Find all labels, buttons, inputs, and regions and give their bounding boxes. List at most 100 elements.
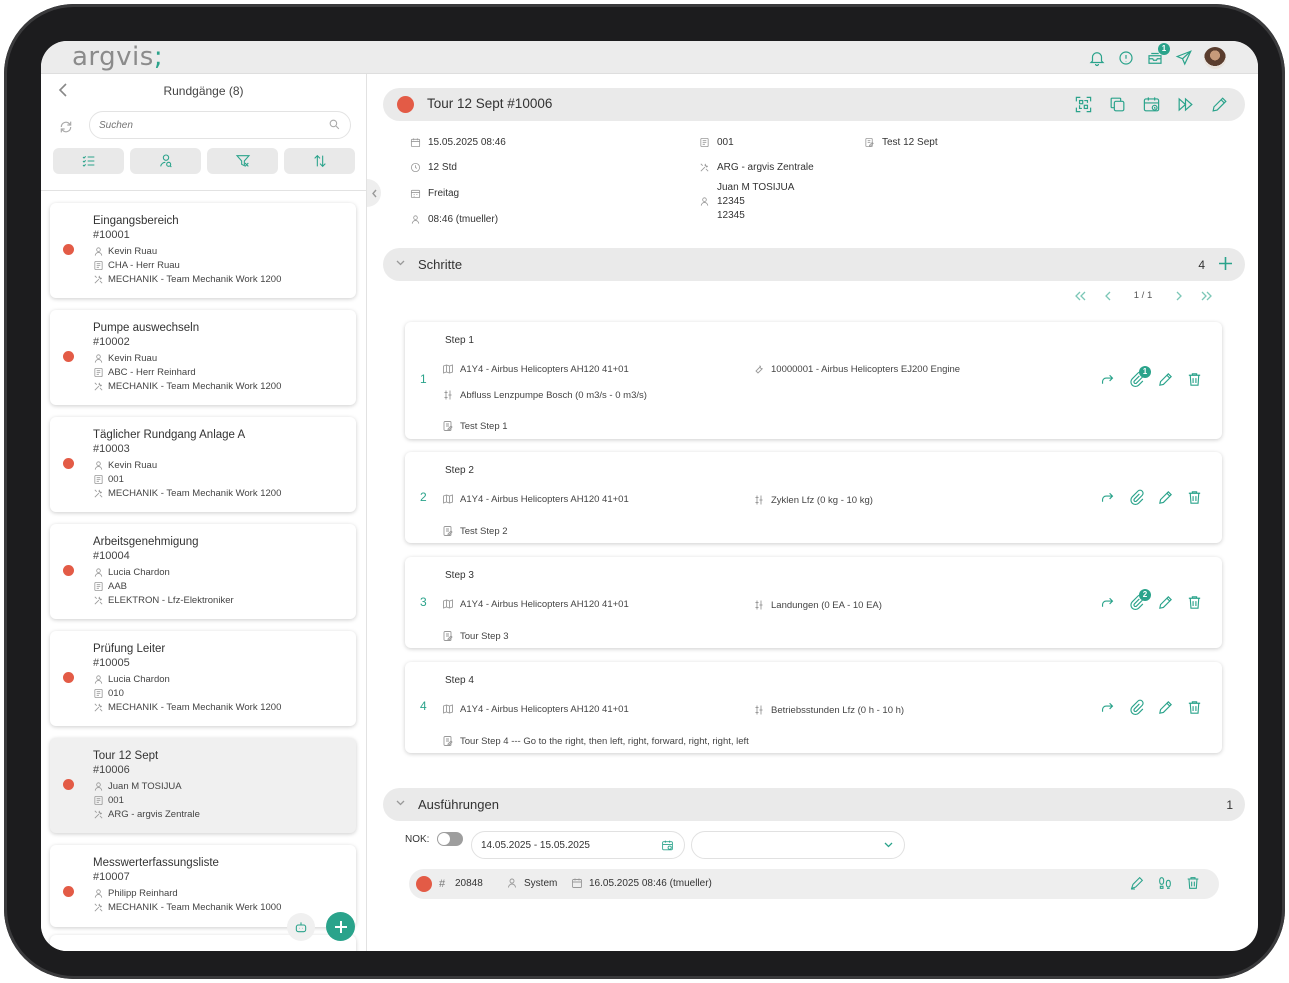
calendar-schedule-icon[interactable] — [1142, 95, 1161, 114]
trash-icon[interactable] — [1186, 489, 1203, 506]
detail-title: Tour 12 Sept #10006 — [427, 96, 553, 111]
steps-section-title: Schritte — [418, 257, 463, 272]
status-dot — [63, 565, 74, 576]
user-search-icon — [159, 154, 172, 168]
forward-icon[interactable] — [1099, 489, 1116, 506]
nok-toggle[interactable] — [437, 832, 464, 846]
sort-button[interactable] — [284, 148, 355, 174]
list-check-button[interactable] — [53, 148, 124, 174]
date-range-field[interactable]: 14.05.2025 - 15.05.2025 — [471, 831, 685, 859]
search-box[interactable] — [89, 111, 351, 139]
chevron-down-icon — [884, 842, 893, 848]
note-icon — [443, 526, 453, 536]
attachment-icon[interactable]: 2 — [1128, 589, 1151, 611]
status-select[interactable] — [691, 831, 905, 859]
clock-icon — [410, 162, 421, 173]
send-icon[interactable] — [1175, 48, 1193, 68]
step-object: A1Y4 - Airbus Helicopters AH120 41+01 — [442, 598, 629, 610]
executions-section-title: Ausführungen — [418, 797, 499, 812]
user-search-button[interactable] — [130, 148, 201, 174]
execution-row[interactable]: # 20848 System 16.05.2025 08:46 (tmuelle… — [409, 869, 1219, 899]
trash-icon[interactable] — [1186, 699, 1203, 716]
tour-team: MECHANIK - Team Mechanik Work 1200 — [93, 274, 281, 285]
forward-icon[interactable] — [1099, 371, 1116, 388]
attachment-icon[interactable] — [1128, 489, 1145, 506]
tour-number: #10001 — [93, 229, 130, 241]
tour-card[interactable]: Messwerterfassungsliste #10007 Philipp R… — [50, 845, 356, 927]
qr-scan-icon[interactable] — [1074, 95, 1093, 114]
sign-pen-icon[interactable] — [1129, 875, 1145, 891]
tour-team: MECHANIK - Team Mechanik Werk 1000 — [93, 902, 281, 913]
gauge-icon — [755, 600, 763, 610]
filter-clear-button[interactable] — [207, 148, 278, 174]
step-number: 2 — [420, 490, 427, 504]
add-step-icon[interactable] — [1218, 256, 1233, 271]
tour-code: ABC - Herr Reinhard — [93, 367, 196, 378]
tour-card[interactable]: Täglicher Rundgang Anlage A #10003 Kevin… — [50, 417, 356, 512]
attachment-icon[interactable] — [1128, 699, 1145, 716]
collapse-panel-button[interactable] — [367, 179, 381, 207]
alert-icon[interactable] — [1117, 48, 1135, 68]
step-card[interactable]: Step 2 2 A1Y4 - Airbus Helicopters AH120… — [405, 452, 1222, 543]
refresh-icon[interactable] — [58, 119, 74, 140]
id-card-icon — [94, 474, 103, 485]
page-indicator: 1 / 1 — [1133, 290, 1153, 301]
note-icon — [865, 137, 874, 148]
trash-icon[interactable] — [1185, 875, 1201, 891]
tools-icon — [94, 903, 103, 912]
tour-team: MECHANIK - Team Mechanik Work 1200 — [93, 702, 281, 713]
nok-label: NOK: — [405, 833, 430, 845]
tour-card[interactable]: Arbeitsgenehmigung #10004 Lucia Chardon … — [50, 524, 356, 619]
tour-card[interactable]: Pumpe auswechseln #10002 Kevin Ruau ABC … — [50, 310, 356, 405]
person-icon — [700, 197, 709, 206]
last-page-icon[interactable] — [1192, 291, 1220, 301]
search-icon[interactable] — [328, 118, 341, 136]
step-measure: Zyklen Lfz (0 kg - 10 kg) — [753, 494, 873, 506]
tour-title: Prüfung Leiter — [93, 643, 166, 655]
tour-team: ARG - argvis Zentrale — [93, 809, 200, 820]
bell-icon[interactable] — [1088, 48, 1106, 68]
tour-card-selected[interactable]: Tour 12 Sept #10006 Juan M TOSIJUA 001 A… — [50, 738, 356, 833]
step-component: 10000001 - Airbus Helicopters EJ200 Engi… — [753, 363, 960, 375]
prev-page-icon[interactable] — [1094, 291, 1122, 301]
steps-section-header[interactable]: Schritte 4 — [383, 248, 1245, 281]
copy-icon[interactable] — [1108, 95, 1127, 114]
forward-icon[interactable] — [1099, 699, 1116, 716]
tour-title: Messwerterfassungsliste — [93, 857, 219, 869]
edit-pencil-icon[interactable] — [1157, 489, 1174, 506]
tour-card[interactable]: Eingangsbereich #10001 Kevin Ruau CHA - … — [50, 203, 356, 298]
meta-location: ARG - argvis Zentrale — [699, 161, 814, 175]
step-card[interactable]: Step 3 3 A1Y4 - Airbus Helicopters AH120… — [405, 557, 1222, 648]
first-page-icon[interactable] — [1066, 291, 1094, 301]
id-card-icon — [94, 260, 103, 271]
add-tour-button[interactable] — [326, 912, 355, 941]
trash-icon[interactable] — [1186, 594, 1203, 611]
edit-pencil-icon[interactable] — [1157, 594, 1174, 611]
footsteps-icon[interactable] — [1157, 875, 1173, 891]
tools-icon — [700, 163, 709, 172]
calendar-grid-icon — [410, 189, 421, 199]
edit-pencil-icon[interactable] — [1210, 95, 1229, 114]
inbox-icon[interactable]: 1 — [1146, 43, 1170, 68]
step-card[interactable]: Step 1 1 A1Y4 - Airbus Helicopters AH120… — [405, 322, 1222, 439]
trash-icon[interactable] — [1186, 371, 1203, 388]
calendar-picker-icon[interactable] — [661, 839, 674, 855]
executions-section-header[interactable]: Ausführungen 1 — [383, 788, 1245, 821]
tour-title: Pumpe auswechseln — [93, 322, 200, 334]
tour-code: 001 — [93, 795, 124, 806]
search-input[interactable] — [99, 112, 319, 138]
next-page-icon[interactable] — [1164, 291, 1192, 301]
play-forward-icon[interactable] — [1176, 95, 1195, 114]
edit-pencil-icon[interactable] — [1157, 371, 1174, 388]
step-label: Step 3 — [445, 570, 474, 581]
attachment-icon[interactable]: 1 — [1128, 366, 1151, 388]
app-screen: argvis; 1 Rundgänge (8) Suchen Eingangsb… — [41, 41, 1258, 951]
status-dot — [397, 96, 414, 113]
step-card[interactable]: Step 4 4 A1Y4 - Airbus Helicopters AH120… — [405, 662, 1222, 753]
tour-card[interactable]: Prüfung Leiter #10005 Lucia Chardon 010 … — [50, 631, 356, 726]
avatar[interactable] — [1204, 47, 1226, 69]
forward-icon[interactable] — [1099, 594, 1116, 611]
edit-pencil-icon[interactable] — [1157, 699, 1174, 716]
robot-button[interactable] — [287, 913, 315, 941]
meta-code: 001 — [699, 136, 734, 150]
